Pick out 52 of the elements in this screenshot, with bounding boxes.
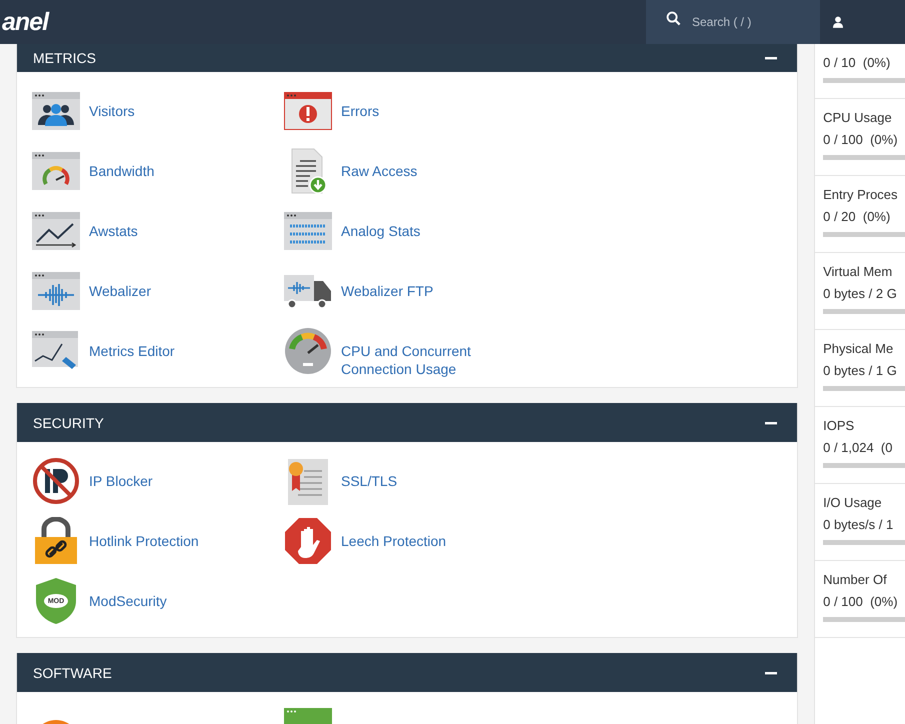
section-header[interactable]: METRICS xyxy=(17,44,798,72)
stat-value: 0 / 100 (0%) xyxy=(823,593,899,611)
stat-value: 0 / 10 (0%) xyxy=(823,54,892,72)
tool-link[interactable]: Metrics Editor xyxy=(89,342,175,360)
stat-value: 0 bytes / 1 G xyxy=(823,362,898,380)
line-chart-icon xyxy=(32,212,80,250)
stat-value: 0 bytes/s / 1 xyxy=(823,516,894,534)
sound-wave-icon xyxy=(32,272,80,310)
numbers-icon xyxy=(284,212,332,250)
truck-icon xyxy=(284,272,332,310)
section-title: SECURITY xyxy=(33,414,104,430)
tool-link[interactable]: Awstats xyxy=(89,222,138,240)
stat-label: Entry Proces xyxy=(823,186,899,204)
tool-link[interactable]: Hotlink Protection xyxy=(89,532,199,550)
stat-label: I/O Usage xyxy=(823,494,883,512)
search-field[interactable]: Search ( / ) xyxy=(646,0,820,44)
tool-link[interactable]: Errors xyxy=(341,102,380,120)
stat-label: Virtual Mem xyxy=(823,263,894,281)
tool-link[interactable]: Bandwidth xyxy=(89,162,154,180)
padlock-icon xyxy=(32,517,80,565)
tool-link[interactable]: Webalizer FTP xyxy=(341,282,434,300)
no-ip-icon xyxy=(32,457,80,505)
meter-icon xyxy=(284,327,332,375)
stat-label: CPU Usage xyxy=(823,109,893,127)
tool-link[interactable]: Analog Stats xyxy=(341,222,420,240)
section-title: METRICS xyxy=(33,50,96,66)
chart-pen-icon xyxy=(32,331,80,371)
tool-link[interactable]: IP Blocker xyxy=(89,472,153,490)
tool-link[interactable]: Raw Access xyxy=(341,162,418,180)
tool-link[interactable]: ModSecurity xyxy=(89,592,167,610)
section-header[interactable]: SECURITY xyxy=(17,403,798,442)
search-icon xyxy=(666,11,681,26)
tool-link[interactable]: CPU and Concurrent Connection Usage xyxy=(341,342,501,378)
logo[interactable]: anel xyxy=(2,8,52,36)
stat-value: 0 / 1,024 (0 xyxy=(823,439,894,457)
section-title: SOFTWARE xyxy=(33,664,112,680)
section-header[interactable]: SOFTWARE xyxy=(17,653,798,692)
stop-hand-icon xyxy=(284,517,332,565)
people-icon xyxy=(32,92,80,130)
stat-label: IOPS xyxy=(823,417,856,435)
user-icon[interactable] xyxy=(833,16,843,28)
stat-value: 0 / 100 (0%) xyxy=(823,131,899,149)
tool-link[interactable]: Webalizer xyxy=(89,282,151,300)
stat-value: 0 / 20 (0%) xyxy=(823,208,892,226)
error-window-icon xyxy=(284,92,332,130)
tool-link[interactable]: SSL/TLS xyxy=(341,472,398,490)
gauge-icon xyxy=(32,152,80,190)
stat-value: 0 bytes / 2 G xyxy=(823,285,898,303)
tool-link[interactable]: Visitors xyxy=(89,102,135,120)
stat-label: Number Of xyxy=(823,571,888,589)
stat-label: Physical Me xyxy=(823,340,894,358)
tool-link[interactable]: Leech Protection xyxy=(341,532,446,550)
